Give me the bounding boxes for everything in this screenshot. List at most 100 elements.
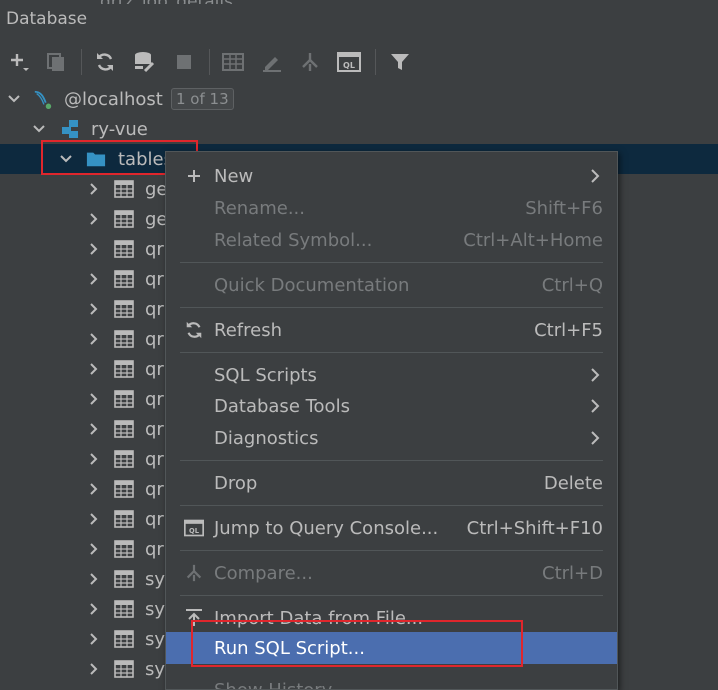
menu-item-import-data[interactable]: Import Data from File... [166, 602, 617, 634]
filter-icon[interactable] [387, 49, 413, 75]
chevron-right-icon[interactable] [86, 361, 102, 377]
duplicate-icon[interactable] [43, 49, 69, 75]
svg-text:QL: QL [189, 527, 200, 535]
chevron-down-icon[interactable] [31, 121, 47, 137]
chevron-right-icon [589, 168, 601, 184]
chevron-right-icon[interactable] [86, 181, 102, 197]
chevron-right-icon [589, 430, 601, 446]
table-label: qr [145, 328, 164, 350]
chevron-right-icon[interactable] [86, 211, 102, 227]
chevron-right-icon [589, 398, 601, 414]
chevron-right-icon [589, 367, 601, 383]
plus-icon [184, 166, 204, 186]
menu-item-quick-documentation[interactable]: Quick Documentation Ctrl+Q [166, 269, 617, 301]
table-icon [114, 569, 134, 589]
table-label: qr [145, 448, 164, 470]
chevron-right-icon[interactable] [86, 271, 102, 287]
schema-label: ry-vue [91, 118, 148, 140]
scrolled-out-row: qrtz_job_details [100, 0, 233, 4]
chevron-right-icon[interactable] [86, 631, 102, 647]
context-menu: New Rename... Shift+F6 Related Symbol...… [165, 151, 618, 690]
table-icon [114, 179, 134, 199]
menu-item-show-history[interactable]: Show History [166, 674, 617, 690]
menu-item-label: SQL Scripts [214, 364, 317, 386]
table-icon [114, 299, 134, 319]
table-icon[interactable] [220, 49, 246, 75]
connection-label: @localhost [64, 88, 163, 110]
table-icon [114, 629, 134, 649]
chevron-right-icon[interactable] [86, 301, 102, 317]
chevron-right-icon[interactable] [86, 331, 102, 347]
jump-icon[interactable] [297, 49, 323, 75]
table-icon [114, 389, 134, 409]
menu-item-refresh[interactable]: Refresh Ctrl+F5 [166, 314, 617, 346]
table-label: qr [145, 388, 164, 410]
database-toolbar: QL [0, 44, 718, 80]
panel-title: Database [6, 9, 88, 29]
table-icon [114, 209, 134, 229]
table-icon [114, 479, 134, 499]
menu-separator [180, 307, 603, 308]
table-icon [114, 269, 134, 289]
schema-count-badge: 1 of 13 [171, 88, 234, 110]
menu-item-shortcut: Delete [543, 472, 603, 494]
chevron-right-icon[interactable] [86, 391, 102, 407]
menu-item-run-sql-script[interactable]: Run SQL Script... [166, 632, 617, 664]
table-icon [114, 509, 134, 529]
chevron-right-icon[interactable] [86, 511, 102, 527]
chevron-right-icon[interactable] [86, 421, 102, 437]
refresh-icon[interactable] [92, 49, 118, 75]
menu-item-compare[interactable]: Compare... Ctrl+D [166, 557, 617, 589]
table-label: qr [145, 508, 164, 530]
mysql-connection-icon [33, 89, 53, 109]
chevron-right-icon[interactable] [86, 661, 102, 677]
menu-item-label: Import Data from File... [214, 607, 424, 629]
menu-item-rename[interactable]: Rename... Shift+F6 [166, 192, 617, 224]
chevron-down-icon[interactable] [6, 91, 22, 107]
menu-item-label: Related Symbol... [214, 229, 373, 251]
svg-text:QL: QL [343, 61, 355, 70]
table-icon [114, 659, 134, 679]
table-label: sy [145, 568, 166, 590]
menu-separator [180, 505, 603, 506]
tree-node-schema[interactable]: ry-vue [0, 114, 718, 144]
chevron-right-icon[interactable] [86, 481, 102, 497]
menu-item-label: Refresh [214, 319, 282, 341]
table-label: sy [145, 598, 166, 620]
refresh-icon [184, 320, 204, 340]
table-label: qr [145, 358, 164, 380]
chevron-right-icon[interactable] [86, 451, 102, 467]
chevron-right-icon[interactable] [86, 241, 102, 257]
tree-node-connection[interactable]: @localhost 1 of 13 [0, 84, 718, 114]
menu-item-new[interactable]: New [166, 160, 617, 192]
chevron-right-icon[interactable] [86, 571, 102, 587]
menu-item-label: Rename... [214, 197, 305, 219]
menu-item-label: Diagnostics [214, 427, 319, 449]
chevron-right-icon[interactable] [86, 601, 102, 617]
menu-item-diagnostics[interactable]: Diagnostics [166, 422, 617, 454]
menu-item-label: Database Tools [214, 395, 350, 417]
edit-icon[interactable] [259, 49, 285, 75]
menu-item-drop[interactable]: Drop Delete [166, 467, 617, 499]
table-icon [114, 329, 134, 349]
menu-separator [180, 352, 603, 353]
menu-item-jump-to-query-console[interactable]: QL Jump to Query Console... Ctrl+Shift+F… [166, 512, 617, 544]
properties-icon[interactable] [132, 49, 158, 75]
chevron-down-icon[interactable] [58, 151, 74, 167]
menu-separator [180, 460, 603, 461]
menu-item-label: Show History [214, 679, 333, 690]
chevron-right-icon[interactable] [86, 541, 102, 557]
table-icon [114, 239, 134, 259]
menu-item-related-symbol[interactable]: Related Symbol... Ctrl+Alt+Home [166, 224, 617, 256]
table-label: qr [145, 418, 164, 440]
stop-icon[interactable] [171, 49, 197, 75]
add-icon[interactable] [6, 49, 32, 75]
menu-item-sql-scripts[interactable]: SQL Scripts [166, 359, 617, 391]
table-icon [114, 599, 134, 619]
menu-separator [180, 550, 603, 551]
query-console-icon[interactable]: QL [336, 49, 362, 75]
compare-icon [184, 563, 204, 583]
menu-separator [180, 595, 603, 596]
menu-item-label: Drop [214, 472, 258, 494]
menu-item-database-tools[interactable]: Database Tools [166, 390, 617, 422]
